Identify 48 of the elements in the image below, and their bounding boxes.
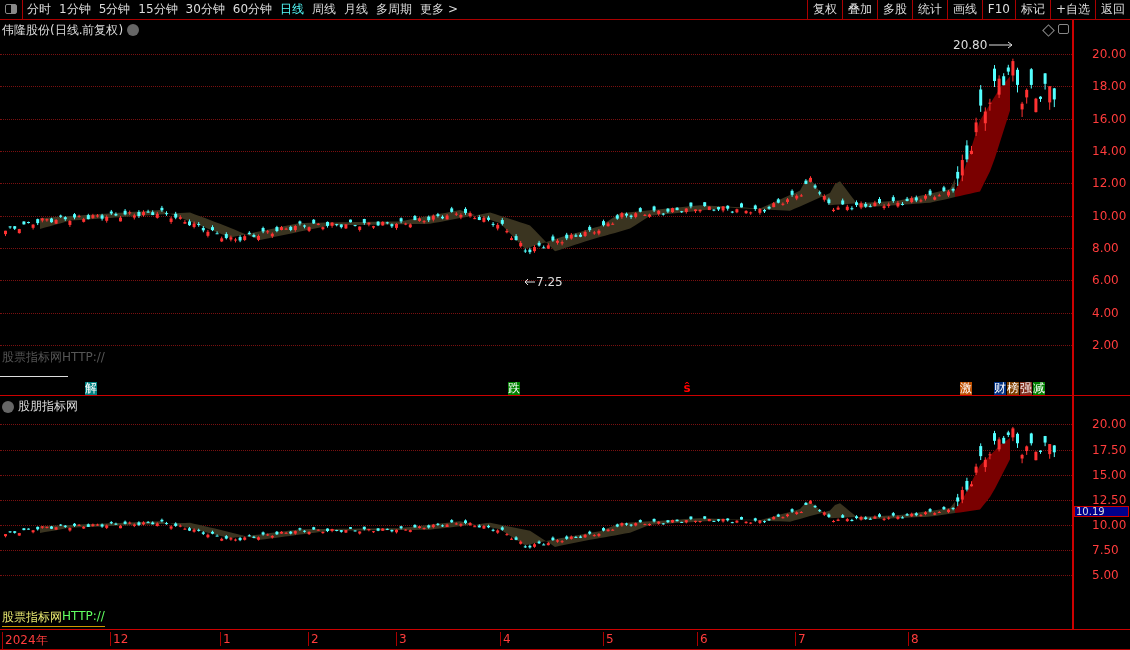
axis-tick-label: 10.00	[1092, 519, 1127, 532]
axis-tick-label: 17.50	[1092, 443, 1127, 456]
axis-tick-label: 14.00	[1092, 145, 1127, 157]
chart-title: 伟隆股份(日线.前复权)	[2, 21, 124, 39]
panel-toggle-icon[interactable]	[1058, 23, 1069, 34]
signal-tag: 榜	[1007, 381, 1019, 395]
axis-tick-label: 18.00	[1092, 80, 1127, 93]
time-axis-label: 1	[220, 632, 231, 647]
axis-tick-label: 12.00	[1092, 177, 1127, 190]
time-axis-label: 5	[603, 632, 614, 647]
signal-tag: 财	[994, 381, 1006, 395]
axis-tick-label: 20.00	[1092, 418, 1127, 431]
signal-tag: ŝ	[681, 381, 693, 395]
arrow-icon	[524, 277, 536, 286]
axis-tick-label: 4.00	[1092, 306, 1119, 319]
high-price-label: 20.80	[953, 37, 988, 52]
axis-tick-label: 2.00	[1092, 339, 1119, 351]
axis-tick-label: 6.00	[1092, 274, 1119, 287]
axis-tick-label: 12.50	[1092, 493, 1127, 506]
signal-tag: 解	[85, 381, 97, 395]
time-axis-label: 3	[396, 632, 407, 647]
time-axis-label: 2	[308, 632, 319, 647]
signal-tag: 跌	[508, 381, 520, 395]
signal-tag: 强	[1020, 381, 1032, 395]
legend-url: HTTP://	[62, 609, 105, 626]
signal-tag: 减	[1033, 381, 1045, 395]
axis-tick-label: 8.00	[1092, 242, 1119, 254]
axis-tick-label: 5.00	[1092, 569, 1119, 582]
legend-name: 股票指标网	[2, 609, 62, 627]
signal-tag: 激	[960, 381, 972, 395]
axis-tick-label: 7.50	[1092, 544, 1119, 557]
time-axis-label: 12	[110, 632, 129, 647]
time-axis-label: 2024年	[2, 632, 48, 650]
time-axis-label: 6	[697, 632, 708, 647]
axis-tick-label: 10.00	[1092, 209, 1127, 222]
time-axis-label: 7	[795, 632, 806, 647]
axis-tick-label: 15.00	[1092, 468, 1127, 481]
indicator-label: 股票指标网HTTP://	[2, 348, 105, 366]
arrow-icon	[988, 40, 1015, 49]
time-axis-label: 4	[500, 632, 511, 647]
dropdown-icon[interactable]	[2, 400, 14, 413]
chart-title: 股朋指标网	[18, 398, 78, 416]
current-price-badge: 10.19	[1074, 506, 1129, 518]
time-axis-label: 8	[908, 632, 919, 647]
dropdown-icon[interactable]	[127, 24, 140, 37]
low-price-label: 7.25	[536, 274, 563, 289]
axis-tick-label: 16.00	[1092, 112, 1127, 125]
axis-tick-label: 20.00	[1092, 47, 1127, 60]
